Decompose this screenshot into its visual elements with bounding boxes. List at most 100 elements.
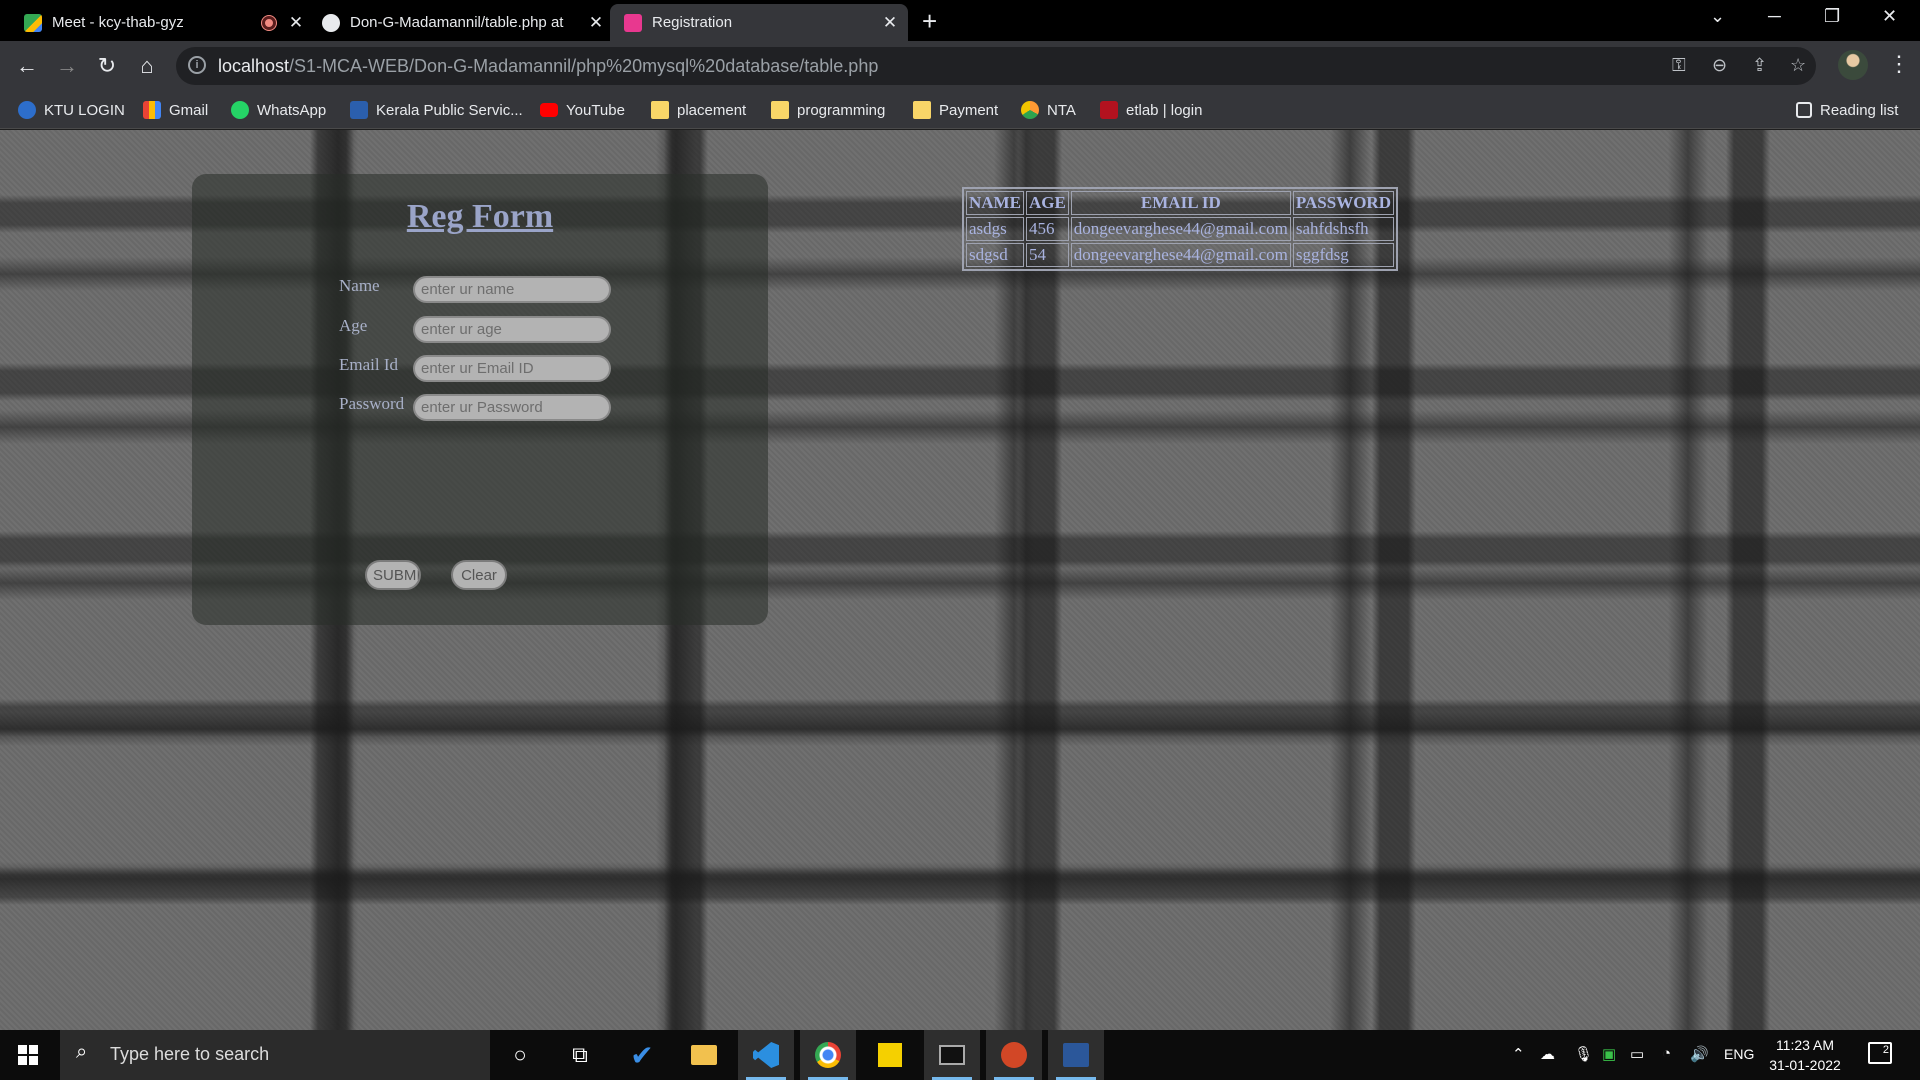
windows-start-icon[interactable] [18,1045,38,1065]
tab-title: Registration [652,14,733,31]
email-input[interactable] [413,355,611,382]
windows-taskbar: ⌕ Type here to search ○ ⧉ ✔ ⌃ ☁ 🎙 ▣ ▭ ◔ … [0,1030,1920,1080]
url-text[interactable]: localhost/S1-MCA-WEB/Don-G-Madamannil/ph… [218,56,878,77]
home-button[interactable]: ⌂ [132,51,162,81]
close-tab-icon[interactable]: ✕ [286,13,306,33]
tab-meet[interactable]: Meet - kcy-thab-gyz ✕ [24,4,306,41]
table-cell: 54 [1025,243,1069,267]
language-indicator[interactable]: ENG [1724,1046,1754,1062]
bookmark-label: NTA [1047,101,1076,119]
reading-list[interactable]: Reading list [1796,98,1898,122]
close-tab-icon[interactable]: ✕ [880,13,900,33]
github-icon [322,13,340,32]
url-path: /S1-MCA-WEB/Don-G-Madamannil/php%20mysql… [289,56,879,76]
bookmarks-bar: KTU LOGIN Gmail WhatsApp Kerala Public S… [0,91,1920,129]
table-cell: sahfdshsfh [1292,217,1394,241]
forward-button[interactable]: → [52,51,82,81]
notification-center-icon[interactable]: 2 [1868,1042,1892,1064]
close-tab-icon[interactable]: ✕ [586,13,606,33]
table-cell: 456 [1025,217,1069,241]
bookmark-nta[interactable]: NTA [1021,98,1076,122]
clock[interactable]: 11:23 AM 31-01-2022 [1760,1035,1850,1075]
submit-button[interactable]: SUBMIT [365,560,421,590]
bookmark-folder-placement[interactable]: placement [651,98,746,122]
wifi-icon[interactable]: ◔ [1662,1045,1671,1062]
nta-icon [1021,101,1039,119]
age-input[interactable] [413,316,611,343]
bookmark-label: KTU LOGIN [44,101,125,119]
table-cell: dongeevarghese44@gmail.com [1070,217,1291,241]
bookmark-kerala-psc[interactable]: Kerala Public Servic... [350,98,523,122]
tab-github[interactable]: Don-G-Madamannil/table.php at ✕ [322,4,606,41]
microphone-icon[interactable]: 🎙 [1574,1045,1593,1063]
folder-icon [913,101,931,119]
tab-search-icon[interactable]: ⌄ [1710,6,1725,27]
folder-icon [771,101,789,119]
close-window-button[interactable]: ✕ [1882,6,1897,27]
google-meet-icon [24,13,42,32]
column-header: NAME [966,191,1024,215]
profile-avatar[interactable] [1838,50,1868,80]
app-tray-icon[interactable]: ▣ [1602,1045,1616,1063]
new-tab-button[interactable]: + [922,6,937,37]
bookmark-etlab[interactable]: etlab | login [1100,98,1202,122]
key-icon[interactable]: ⚿ [1672,55,1686,76]
battery-icon[interactable]: ▭ [1630,1045,1644,1063]
age-label: Age [339,316,368,335]
cortana-icon[interactable]: ○ [492,1030,548,1080]
reload-button[interactable]: ↻ [92,51,122,81]
onedrive-icon[interactable]: ☁ [1540,1045,1555,1063]
whatsapp-icon [231,101,249,119]
bookmark-ktu-login[interactable]: KTU LOGIN [18,98,125,122]
name-label: Name [339,276,380,295]
tab-strip: Meet - kcy-thab-gyz ✕ Don-G-Madamannil/t… [0,0,1920,41]
powerpoint-icon[interactable] [986,1030,1042,1080]
bookmark-folder-programming[interactable]: programming [771,98,885,122]
gmail-icon [143,101,161,119]
tab-title: Meet - kcy-thab-gyz [52,14,184,31]
vscode-icon[interactable] [738,1030,794,1080]
bookmark-youtube[interactable]: YouTube [540,98,625,122]
registration-form: Reg Form Name Age Email Id Password SUBM… [192,174,768,625]
restore-button[interactable]: ❐ [1824,6,1840,27]
bookmark-label: Gmail [169,101,209,119]
taskbar-search[interactable]: ⌕ Type here to search [60,1030,490,1080]
task-view-icon[interactable]: ⧉ [552,1030,608,1080]
terminal-icon[interactable] [924,1030,980,1080]
bookmark-folder-payment[interactable]: Payment [913,98,998,122]
site-info-icon[interactable]: i [188,56,206,74]
name-input[interactable] [413,276,611,303]
chrome-icon[interactable] [800,1030,856,1080]
bookmark-label: WhatsApp [257,101,327,119]
background-shadow [0,712,1920,746]
table-row: asdgs 456 dongeevarghese44@gmail.com sah… [966,217,1394,241]
minimize-button[interactable]: ─ [1768,6,1781,27]
volume-icon[interactable]: 🔊 [1690,1045,1709,1063]
word-icon[interactable] [1048,1030,1104,1080]
share-icon[interactable]: ⇪ [1752,55,1767,76]
back-button[interactable]: ← [12,51,42,81]
file-explorer-icon[interactable] [676,1030,732,1080]
password-input[interactable] [413,394,611,421]
browser-toolbar: ← → ↻ ⌂ i localhost/S1-MCA-WEB/Don-G-Mad… [0,41,1920,91]
clock-time: 11:23 AM [1775,1037,1835,1053]
table-row: sdgsd 54 dongeevarghese44@gmail.com sggf… [966,243,1394,267]
bookmark-star-icon[interactable]: ☆ [1790,55,1806,76]
menu-icon[interactable]: ⋮ [1888,51,1910,77]
page-icon [624,13,642,32]
bookmark-gmail[interactable]: Gmail [143,98,208,122]
column-header: AGE [1025,191,1069,215]
show-hidden-icons-icon[interactable]: ⌃ [1512,1045,1525,1063]
zoom-icon[interactable]: ⊖ [1712,55,1727,76]
clear-button[interactable]: Clear [451,560,507,590]
table-cell: asdgs [966,217,1024,241]
etlab-icon [1100,101,1118,119]
bookmark-whatsapp[interactable]: WhatsApp [231,98,326,122]
sticky-notes-icon[interactable] [862,1030,918,1080]
address-bar[interactable]: i localhost/S1-MCA-WEB/Don-G-Madamannil/… [176,47,1816,85]
todo-icon[interactable]: ✔ [614,1030,670,1080]
clock-date: 31-01-2022 [1769,1057,1841,1073]
youtube-icon [540,103,558,117]
page-viewport: Reg Form Name Age Email Id Password SUBM… [0,130,1920,1030]
tab-registration[interactable]: Registration ✕ [610,4,908,41]
